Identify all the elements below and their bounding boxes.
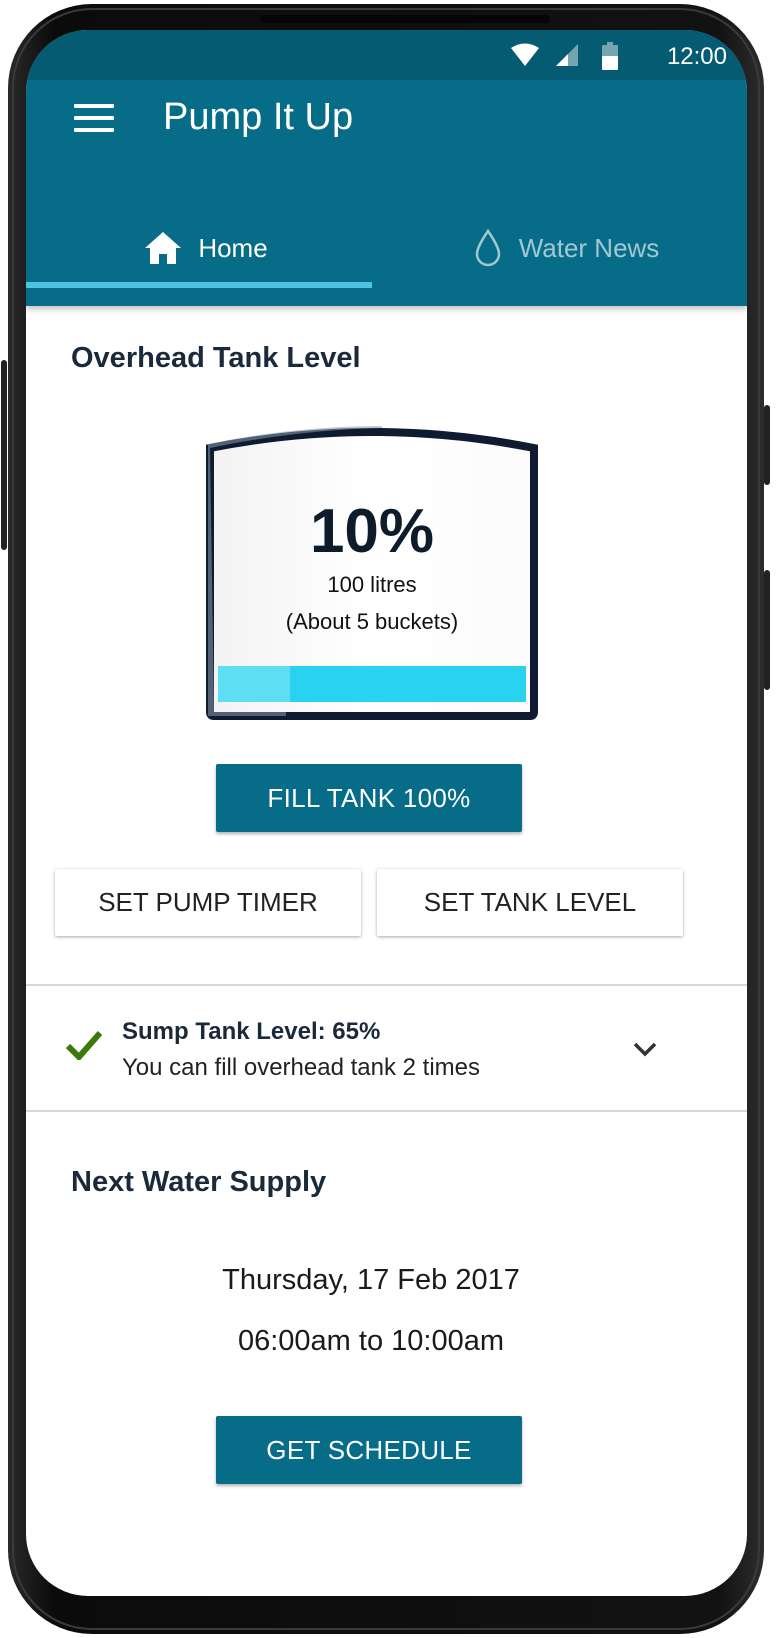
screen: 12:00 Pump It Up Home Water News Overhea… (26, 30, 747, 1596)
fill-tank-button[interactable]: FILL TANK 100% (216, 764, 522, 832)
sump-tank-subtitle: You can fill overhead tank 2 times (122, 1054, 480, 1081)
chevron-down-icon[interactable] (632, 1040, 658, 1058)
signal-icon (556, 44, 578, 66)
water-drop-icon (475, 229, 500, 267)
tank-buckets: (About 5 buckets) (285, 609, 459, 634)
side-button-right-bottom (764, 570, 770, 690)
tab-indicator (26, 282, 372, 288)
status-bar: 12:00 (26, 30, 747, 80)
set-tank-level-button[interactable]: SET TANK LEVEL (377, 869, 683, 936)
side-button-left (1, 360, 7, 550)
sump-tank-title: Sump Tank Level: 65% (122, 1018, 381, 1045)
home-icon (145, 232, 182, 264)
app-bar: 12:00 Pump It Up Home Water News (26, 30, 747, 306)
tab-home[interactable]: Home (26, 210, 386, 286)
next-water-supply-title: Next Water Supply (71, 1166, 327, 1198)
side-button-right-top (764, 405, 770, 485)
tank-percent: 10% (309, 497, 435, 566)
tank-litres: 100 litres (327, 572, 417, 597)
menu-icon[interactable] (74, 104, 114, 136)
divider-bottom (26, 1110, 747, 1112)
tab-water-news-label: Water News (518, 232, 660, 263)
status-time: 12:00 (666, 43, 727, 70)
tab-home-label: Home (198, 232, 268, 263)
wifi-icon (511, 43, 539, 66)
phone-speaker (260, 15, 550, 23)
sump-tank-row[interactable]: Sump Tank Level: 65% You can fill overhe… (26, 986, 747, 1112)
tab-water-news[interactable]: Water News (386, 210, 746, 286)
overhead-tank-title: Overhead Tank Level (71, 342, 361, 374)
overhead-tank-gauge: 10% 100 litres (About 5 buckets) (206, 422, 538, 722)
get-schedule-button[interactable]: GET SCHEDULE (216, 1416, 522, 1484)
supply-time: 06:00am to 10:00am (237, 1325, 504, 1357)
app-title: Pump It Up (163, 96, 354, 138)
check-icon (66, 1031, 102, 1060)
supply-date: Thursday, 17 Feb 2017 (222, 1264, 520, 1296)
battery-icon (602, 42, 618, 70)
set-pump-timer-button[interactable]: SET PUMP TIMER (55, 869, 361, 936)
